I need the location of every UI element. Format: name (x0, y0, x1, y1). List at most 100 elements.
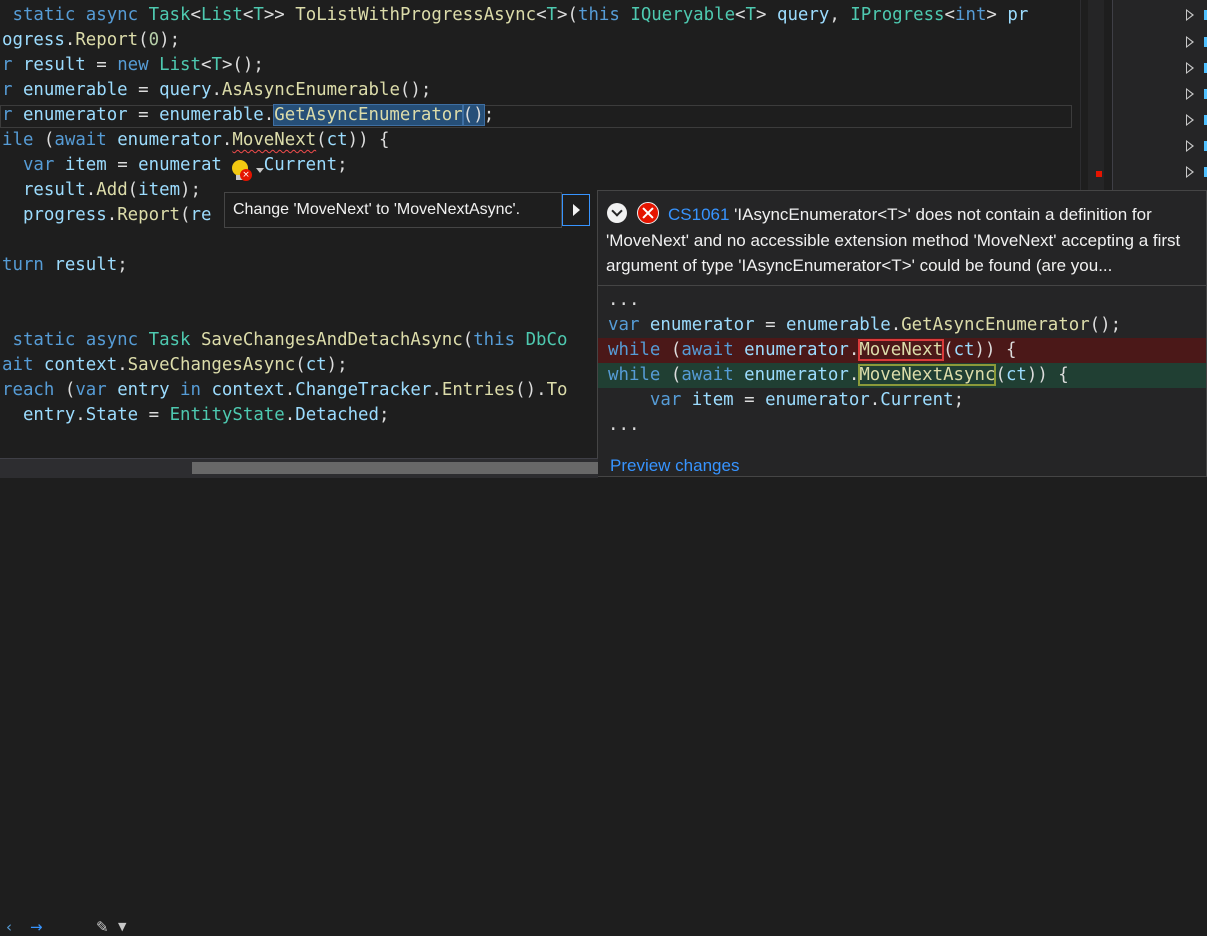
code-line[interactable]: turn result; (2, 253, 128, 278)
code-token: var (608, 390, 692, 410)
fix-preview-popup: CS1061 'IAsyncEnumerator<T>' does not co… (597, 190, 1207, 477)
code-token: State (85, 405, 139, 425)
code-token: result (2, 180, 86, 200)
code-line[interactable]: ogress.Report(0); (2, 28, 180, 53)
tree-expand-icon[interactable] (1186, 9, 1194, 21)
expand-arrow-icon[interactable] (562, 194, 590, 226)
code-line[interactable]: r enumerable = query.AsAsyncEnumerable()… (2, 78, 431, 103)
code-token: enumerator (744, 365, 849, 385)
collapse-chevron-icon[interactable] (607, 203, 627, 223)
error-icon (637, 202, 659, 224)
code-line[interactable]: reach (var entry in context.ChangeTracke… (2, 378, 568, 403)
code-token: ... (608, 290, 640, 310)
code-token: ( (943, 340, 954, 360)
code-line[interactable]: static async Task<List<T>> ToListWithPro… (2, 3, 1028, 28)
paintbrush-icon[interactable]: ✎ (96, 919, 109, 935)
tree-expand-icon[interactable] (1186, 140, 1194, 152)
code-token: . (211, 80, 222, 100)
code-token: ( (64, 380, 76, 400)
code-token: . (848, 340, 860, 360)
tree-expand-icon[interactable] (1186, 114, 1194, 126)
code-token: enumerat (138, 155, 222, 175)
code-token: ct (305, 355, 327, 375)
code-token: enumerable (22, 80, 128, 100)
tree-expand-icon[interactable] (1186, 88, 1194, 100)
code-token: enumerator (117, 130, 222, 150)
code-token: this (473, 330, 526, 350)
code-token: await (681, 365, 745, 385)
code-token: enumerator (744, 340, 849, 360)
code-token: var (608, 315, 650, 335)
code-token: ToListWithProgressAsync (295, 5, 537, 25)
code-token: . (75, 405, 86, 425)
code-token: MoveNext (232, 130, 317, 150)
chevron-down-icon[interactable]: ▼ (118, 919, 126, 935)
tree-expand-icon[interactable] (1186, 36, 1194, 48)
code-token: , (829, 5, 851, 25)
code-token: while (608, 365, 671, 385)
code-token: (); (1089, 315, 1122, 335)
code-token: T (546, 5, 558, 25)
code-line[interactable]: r result = new List<T>(); (2, 53, 264, 78)
code-token: context (211, 380, 285, 400)
code-token: SaveChangesAndDetachAsync (200, 330, 463, 350)
code-token: query (159, 80, 212, 100)
code-line[interactable]: progress.Report(re (2, 203, 212, 228)
code-token: r (2, 80, 23, 100)
code-token: GetAsyncEnumerator (273, 104, 464, 126)
code-token: result (54, 255, 118, 275)
tree-expand-icon[interactable] (1186, 62, 1194, 74)
code-token: . (85, 180, 97, 200)
code-token: ( (180, 205, 191, 225)
chevron-down-icon[interactable] (256, 168, 264, 173)
diagnostic-header: CS1061 'IAsyncEnumerator<T>' does not co… (598, 191, 1206, 285)
code-token: ( (43, 130, 55, 150)
code-token: entry (2, 405, 76, 425)
quick-action-item[interactable]: Change 'MoveNext' to 'MoveNextAsync'. (224, 192, 562, 228)
code-token: T (211, 55, 222, 75)
error-badge-icon: × (240, 169, 252, 181)
code-token: Add (96, 180, 128, 200)
code-token: IProgress (850, 5, 945, 25)
diagnostic-code-link[interactable]: CS1061 (668, 205, 729, 224)
code-token: await (681, 340, 745, 360)
tree-expand-icon[interactable] (1186, 166, 1194, 178)
code-token: item (64, 155, 107, 175)
code-token: ile (2, 130, 44, 150)
code-token: < (735, 5, 746, 25)
code-line[interactable]: ile (await enumerator.MoveNext(ct)) { (2, 128, 389, 153)
code-token: )) { (974, 340, 1017, 360)
code-token: < (536, 5, 547, 25)
code-line[interactable]: static async Task SaveChangesAndDetachAs… (2, 328, 567, 353)
code-token: reach (2, 380, 65, 400)
code-token: ( (138, 30, 149, 50)
code-token: ; (953, 390, 965, 410)
context-line: ... (598, 413, 1206, 438)
arrow-right-icon[interactable]: → (30, 919, 43, 935)
code-token: MoveNextAsync (858, 364, 997, 386)
code-token: List (159, 55, 201, 75)
arrow-left-icon[interactable]: ‹ (6, 919, 12, 935)
code-token: enumerator (22, 105, 128, 125)
code-token: this (577, 5, 631, 25)
preview-changes-link[interactable]: Preview changes (610, 455, 739, 477)
horizontal-scrollbar-thumb[interactable] (192, 462, 598, 474)
code-token: MoveNext (858, 339, 945, 361)
lightbulb-error-icon[interactable]: × (228, 158, 272, 186)
code-token: > (986, 5, 1008, 25)
code-token: Current (880, 390, 954, 410)
code-token: var (75, 380, 118, 400)
quick-action-label[interactable]: Change 'MoveNext' to 'MoveNextAsync'. (233, 201, 520, 218)
code-token: static async (2, 330, 149, 350)
code-token: = (733, 390, 766, 410)
code-token: ChangeTracker (295, 380, 432, 400)
code-line[interactable]: var item = enumerat Current; (2, 153, 348, 178)
code-line[interactable]: r enumerator = enumerable.GetAsyncEnumer… (2, 103, 494, 128)
code-token: ( (316, 130, 327, 150)
code-line[interactable]: result.Add(item); (2, 178, 201, 203)
code-token: . (869, 390, 881, 410)
code-line[interactable]: entry.State = EntityState.Detached; (2, 403, 390, 428)
code-token: >( (557, 5, 578, 25)
code-token: item (138, 180, 181, 200)
code-line[interactable]: ait context.SaveChangesAsync(ct); (2, 353, 348, 378)
